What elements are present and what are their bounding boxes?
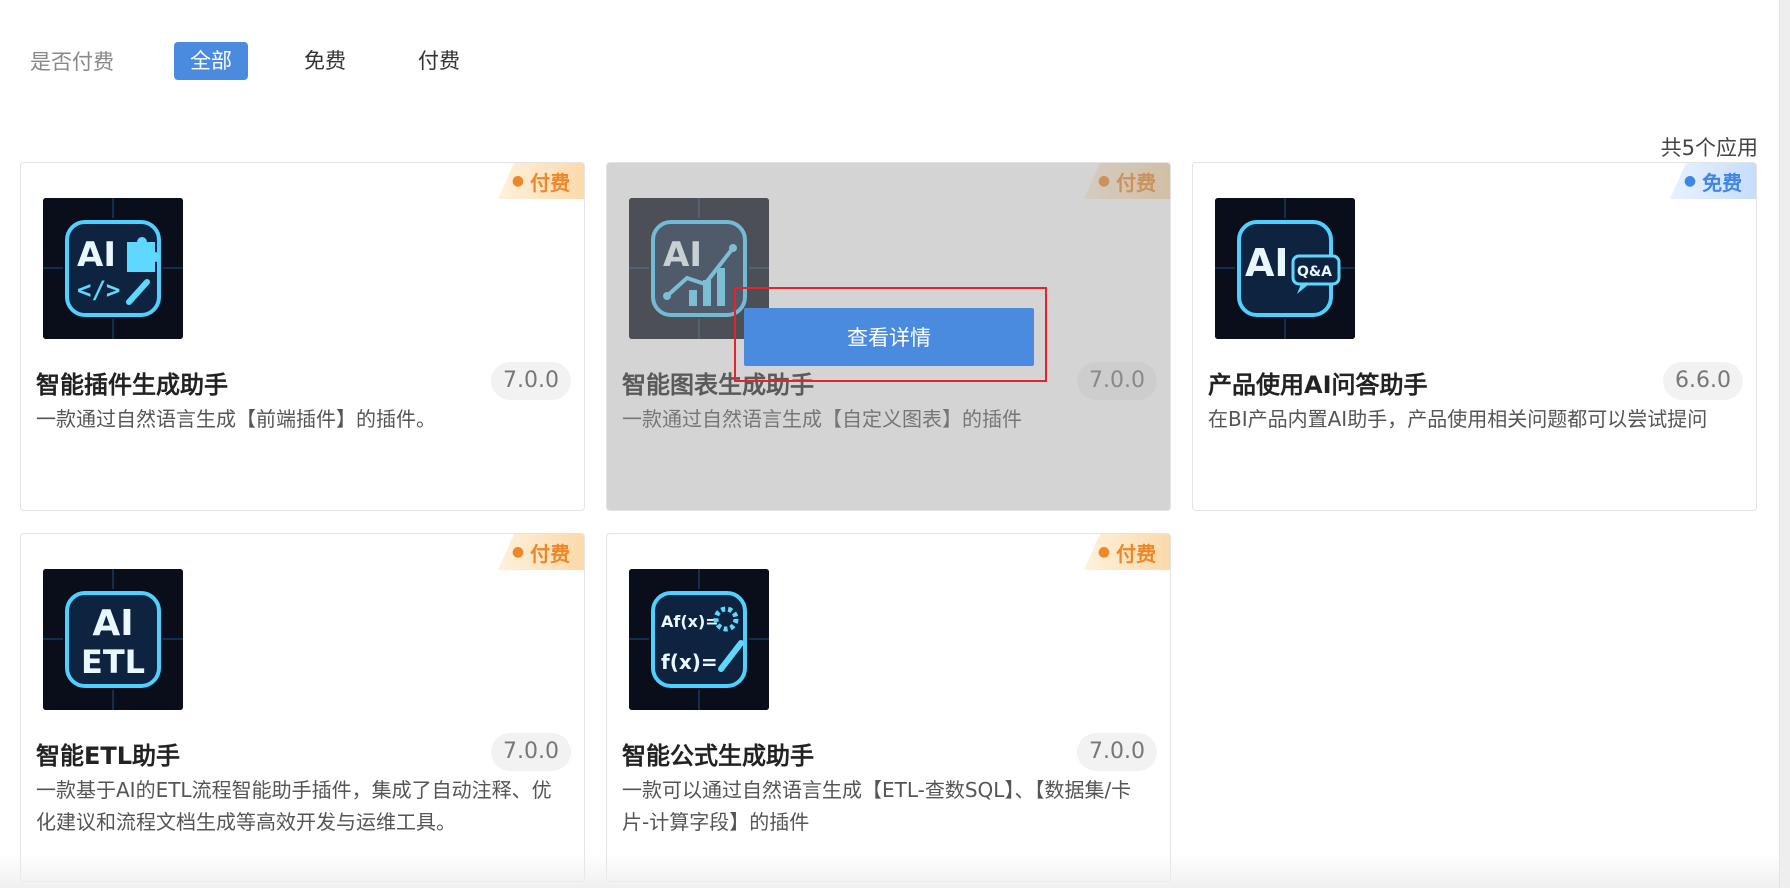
app-card-formula-assistant[interactable]: ● 付费 Af(x)= f(x)= 智能公式生成助手 7.0.0 一款可以通过自然… — [606, 533, 1171, 882]
app-description: 在BI产品内置AI助手，产品使用相关问题都可以尝试提问 — [1208, 407, 1708, 431]
icon-subtext: ETL — [81, 643, 145, 681]
ai-etl-icon: AI ETL — [43, 569, 183, 710]
app-description: 一款通过自然语言生成【前端插件】的插件。 — [36, 407, 436, 431]
badge-label: 付费 — [1116, 541, 1157, 566]
app-description: 一款可以通过自然语言生成【ETL-查数SQL】、【数据集/卡片-计算字段】的插件 — [622, 778, 1132, 834]
paid-badge: ● 付费 — [498, 163, 584, 199]
app-card-chart-assistant[interactable]: ● 付费 AI 智能图表生成助手 7.0.0 一款通过自然语言生成【自定义图表】的… — [606, 162, 1171, 511]
icon-text: AI — [77, 235, 116, 275]
icon-subtext: f(x)= — [661, 650, 718, 674]
svg-text:</>: </> — [77, 276, 120, 304]
view-details-button[interactable]: 查看详情 — [744, 308, 1034, 366]
icon-text: AI — [92, 603, 133, 644]
version-tag: 7.0.0 — [491, 733, 571, 771]
paid-badge: ● 付费 — [498, 534, 584, 570]
icon-subtext: Q&A — [1297, 264, 1332, 280]
version-tag: 6.6.0 — [1663, 362, 1743, 400]
paid-badge: ● 付费 — [1084, 534, 1170, 570]
app-name: 智能ETL助手 — [36, 742, 181, 770]
app-description: 一款基于AI的ETL流程智能助手插件，集成了自动注释、优化建议和流程文档生成等高… — [36, 778, 552, 834]
badge-label: 付费 — [530, 170, 571, 195]
version-tag: 7.0.0 — [491, 362, 571, 400]
page-scrollbar[interactable] — [1779, 0, 1790, 888]
app-card-qa-assistant[interactable]: ● 免费 AI Q&A 产品使用AI问答助手 6.6.0 在BI产品内置AI助手，… — [1192, 162, 1757, 511]
app-name: 产品使用AI问答助手 — [1208, 371, 1428, 399]
free-badge: ● 免费 — [1670, 163, 1756, 199]
formula-icon: Af(x)= f(x)= — [629, 569, 769, 710]
badge-label: 付费 — [530, 541, 571, 566]
app-card-etl-assistant[interactable]: ● 付费 AI ETL 智能ETL助手 7.0.0 一款基于AI的ETL流程智能助… — [20, 533, 585, 882]
filter-option-all[interactable]: 全部 — [174, 42, 248, 80]
icon-text: AI — [1245, 241, 1289, 285]
icon-text: Af(x)= — [661, 612, 719, 631]
payment-filter-bar: 是否付费 全部 免费 付费 — [30, 38, 516, 84]
total-app-count: 共5个应用 — [1660, 136, 1758, 160]
app-name: 智能插件生成助手 — [36, 371, 228, 399]
filter-option-free[interactable]: 免费 — [288, 42, 362, 80]
filter-option-paid[interactable]: 付费 — [402, 42, 476, 80]
version-tag: 7.0.0 — [1077, 733, 1157, 771]
filter-label: 是否付费 — [30, 50, 114, 74]
app-card-plugin-assistant[interactable]: ● 付费 AI </> 智能插件生成助手 7.0.0 一款通过自然语言生成【前端插… — [20, 162, 585, 511]
badge-label: 免费 — [1702, 170, 1743, 195]
ai-plugin-icon: AI </> — [43, 198, 183, 339]
ai-qa-icon: AI Q&A — [1215, 198, 1355, 339]
app-name: 智能公式生成助手 — [622, 742, 814, 770]
